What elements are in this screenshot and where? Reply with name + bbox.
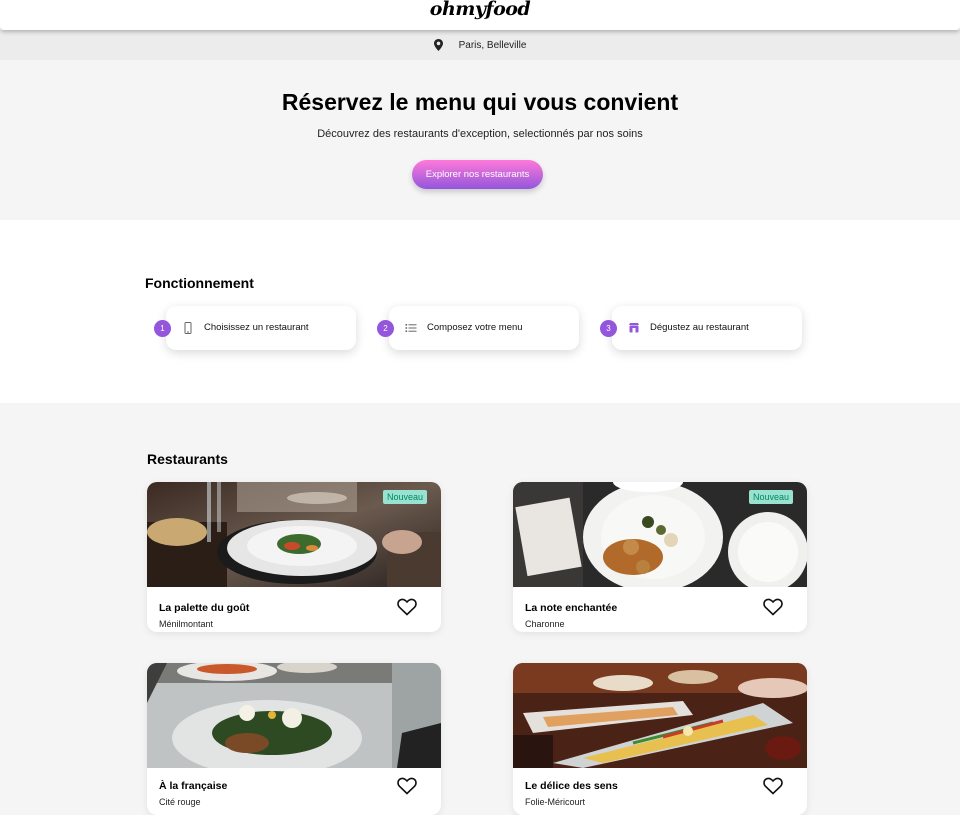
explore-restaurants-button[interactable]: Explorer nos restaurants <box>412 160 543 189</box>
restaurant-area: Ménilmontant <box>159 619 214 629</box>
map-pin-icon <box>433 39 443 51</box>
heart-icon[interactable] <box>397 598 417 616</box>
restaurant-name: La palette du goût <box>159 602 250 614</box>
heart-icon[interactable] <box>763 777 783 795</box>
step-label: Composez votre menu <box>427 322 523 333</box>
heart-icon[interactable] <box>763 598 783 616</box>
location-text: Paris, Belleville <box>458 39 527 51</box>
step-compose-menu: 2 Composez votre menu <box>377 306 579 350</box>
restaurant-photo <box>147 663 441 768</box>
restaurant-name: Le délice des sens <box>525 780 618 792</box>
restaurants-title: Restaurants <box>147 451 228 467</box>
how-it-works-title: Fonctionnement <box>145 275 254 291</box>
store-icon <box>629 323 639 333</box>
step-choose-restaurant: 1 Choisissez un restaurant <box>154 306 356 350</box>
new-badge: Nouveau <box>748 490 793 504</box>
restaurant-card-palette-du-gout[interactable]: Nouveau La palette du goût Ménilmontant <box>147 482 441 632</box>
heart-icon[interactable] <box>397 777 417 795</box>
mobile-phone-icon <box>184 322 192 334</box>
step-number: 1 <box>154 320 171 337</box>
logo[interactable]: ohmyfood <box>0 0 960 20</box>
restaurant-card-delice-des-sens[interactable]: Le délice des sens Folie-Méricourt <box>513 663 807 815</box>
new-badge: Nouveau <box>382 490 427 504</box>
restaurant-card-a-la-francaise[interactable]: À la française Cité rouge <box>147 663 441 815</box>
hero-section: Réservez le menu qui vous convient Décou… <box>0 60 960 220</box>
step-number: 3 <box>600 320 617 337</box>
hero-title: Réservez le menu qui vous convient <box>281 89 679 115</box>
restaurant-photo <box>513 663 807 768</box>
restaurant-area: Folie-Méricourt <box>525 797 586 807</box>
list-icon <box>405 324 417 332</box>
site-header: ohmyfood <box>0 0 960 30</box>
location-bar: Paris, Belleville <box>0 30 960 60</box>
restaurant-area: Cité rouge <box>159 797 201 807</box>
step-label: Dégustez au restaurant <box>650 322 749 333</box>
restaurants-section <box>0 403 960 815</box>
restaurant-card-note-enchantee[interactable]: Nouveau La note enchantée Charonne <box>513 482 807 632</box>
step-taste-at-restaurant: 3 Dégustez au restaurant <box>600 306 802 350</box>
hero-subtitle: Découvrez des restaurants d'exception, s… <box>317 128 643 140</box>
step-number: 2 <box>377 320 394 337</box>
restaurant-area: Charonne <box>525 619 565 629</box>
step-label: Choisissez un restaurant <box>204 322 309 333</box>
restaurant-name: La note enchantée <box>525 602 618 614</box>
restaurant-name: À la française <box>159 780 228 792</box>
